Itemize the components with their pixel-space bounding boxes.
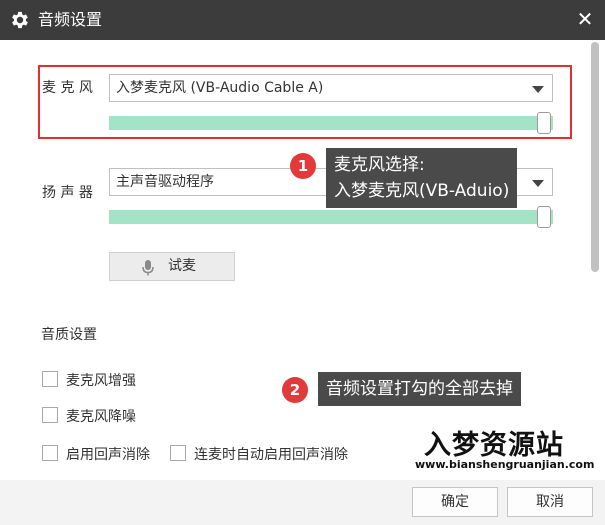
ok-button[interactable]: 确定 bbox=[412, 487, 498, 517]
speaker-level-handle[interactable] bbox=[537, 206, 551, 228]
annotation-1-line2: 入梦麦克风(VB-Aduio) bbox=[334, 181, 510, 201]
checkbox-auto-echo-cancel[interactable] bbox=[170, 445, 186, 461]
test-mic-label: 试麦 bbox=[168, 258, 196, 274]
dialog-footer: 确定 取消 bbox=[0, 480, 605, 525]
chevron-down-icon bbox=[532, 180, 544, 187]
cancel-button[interactable]: 取消 bbox=[507, 487, 593, 517]
microphone-level-bar bbox=[109, 116, 553, 130]
microphone-select-value: 入梦麦克风 (VB-Audio Cable A) bbox=[116, 80, 324, 96]
scrollbar[interactable] bbox=[590, 40, 599, 480]
microphone-level-handle[interactable] bbox=[537, 112, 551, 134]
watermark-brand: 入梦资源站 bbox=[424, 430, 564, 461]
checkbox-mic-enhance[interactable] bbox=[42, 371, 58, 387]
window-title: 音频设置 bbox=[38, 10, 103, 29]
auto-echo-cancel-label: 连麦时自动启用回声消除 bbox=[194, 447, 348, 463]
microphone-label: 麦 克 风 bbox=[42, 80, 93, 96]
mic-denoise-label: 麦克风降噪 bbox=[66, 409, 136, 425]
test-mic-button[interactable]: 试麦 bbox=[109, 252, 235, 281]
annotation-callout-2: 音频设置打勾的全部去掉 bbox=[318, 372, 521, 406]
annotation-callout-1: 麦克风选择: 入梦麦克风(VB-Aduio) bbox=[326, 148, 518, 208]
annotation-badge-2: 2 bbox=[282, 377, 308, 403]
title-bar: 音频设置 ✕ bbox=[0, 0, 605, 40]
speaker-label: 扬 声 器 bbox=[42, 185, 93, 201]
dialog-content: 麦 克 风 入梦麦克风 (VB-Audio Cable A) 扬 声 器 主声音… bbox=[0, 40, 605, 480]
annotation-2-line1: 音频设置打勾的全部去掉 bbox=[326, 379, 513, 399]
scrollbar-thumb[interactable] bbox=[591, 42, 599, 272]
checkbox-mic-denoise[interactable] bbox=[42, 407, 58, 423]
chevron-down-icon bbox=[532, 86, 544, 93]
annotation-badge-1: 1 bbox=[290, 153, 316, 179]
mic-enhance-label: 麦克风增强 bbox=[66, 373, 136, 389]
speaker-select-value: 主声音驱动程序 bbox=[116, 174, 214, 190]
speaker-level-bar bbox=[109, 210, 553, 224]
microphone-icon bbox=[142, 260, 154, 276]
gear-icon bbox=[12, 11, 28, 29]
quality-heading: 音质设置 bbox=[41, 327, 97, 343]
checkbox-echo-cancel[interactable] bbox=[42, 445, 58, 461]
close-icon[interactable]: ✕ bbox=[575, 9, 595, 29]
echo-cancel-label: 启用回声消除 bbox=[66, 447, 150, 463]
watermark-url: www.bianshengruanjian.com bbox=[415, 458, 595, 471]
microphone-select[interactable]: 入梦麦克风 (VB-Audio Cable A) bbox=[109, 74, 553, 102]
annotation-1-line1: 麦克风选择: bbox=[334, 155, 425, 175]
